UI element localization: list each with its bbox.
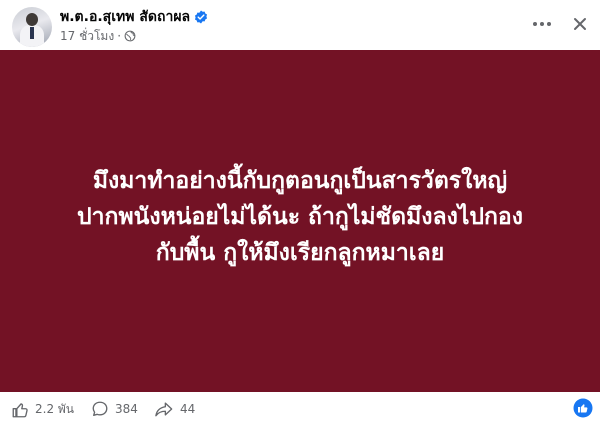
- close-icon: [574, 18, 586, 30]
- post-text: มึงมาทำอย่างนี้กับกูตอนกูเป็นสารวัตรใหญ่…: [20, 163, 580, 271]
- share-button[interactable]: 44: [154, 400, 195, 418]
- post-text-line: กับพื้น กูให้มึงเรียกลูกหมาเลย: [155, 240, 445, 266]
- author-row: พ.ต.อ.สุเทพ สัดถาผล: [60, 7, 208, 27]
- post-meta: 17 ชั่วโมง ·: [60, 28, 136, 44]
- avatar-head: [26, 13, 38, 26]
- share-icon: [155, 402, 173, 417]
- avatar-tie: [30, 27, 34, 39]
- post-header: พ.ต.อ.สุเทพ สัดถาผล 17 ชั่วโมง ·: [0, 0, 600, 50]
- globe-icon: [124, 30, 136, 42]
- like-count: 2.2 พัน: [35, 402, 75, 416]
- comment-icon: [92, 401, 108, 416]
- post-text-line: มึงมาทำอย่างนี้กับกูตอนกูเป็นสารวัตรใหญ่: [92, 168, 508, 194]
- post-time[interactable]: 17 ชั่วโมง: [60, 27, 114, 46]
- like-button[interactable]: 2.2 พัน: [11, 400, 74, 419]
- author-name[interactable]: พ.ต.อ.สุเทพ สัดถาผล: [60, 6, 190, 28]
- more-options-button[interactable]: [528, 12, 556, 36]
- post-footer: 2.2 พัน 384 44: [0, 392, 600, 426]
- close-button[interactable]: [566, 10, 594, 38]
- share-count: 44: [180, 402, 196, 416]
- verified-badge-icon: [195, 10, 208, 24]
- comment-count: 384: [115, 402, 138, 416]
- comment-button[interactable]: 384: [91, 400, 138, 418]
- more-options-icon: [533, 22, 537, 26]
- meta-separator: ·: [117, 29, 122, 43]
- avatar[interactable]: [12, 7, 52, 47]
- post-background-card: มึงมาทำอย่างนี้กับกูตอนกูเป็นสารวัตรใหญ่…: [0, 50, 600, 392]
- post-text-line: ปากพนังหน่อยไม่ได้นะ ถ้ากูไม่ชัดมึงลงไปก…: [77, 204, 523, 230]
- more-options-dot: [547, 22, 551, 26]
- like-reaction-badge-icon[interactable]: [573, 398, 593, 418]
- like-icon: [12, 402, 28, 417]
- more-options-dot: [540, 22, 544, 26]
